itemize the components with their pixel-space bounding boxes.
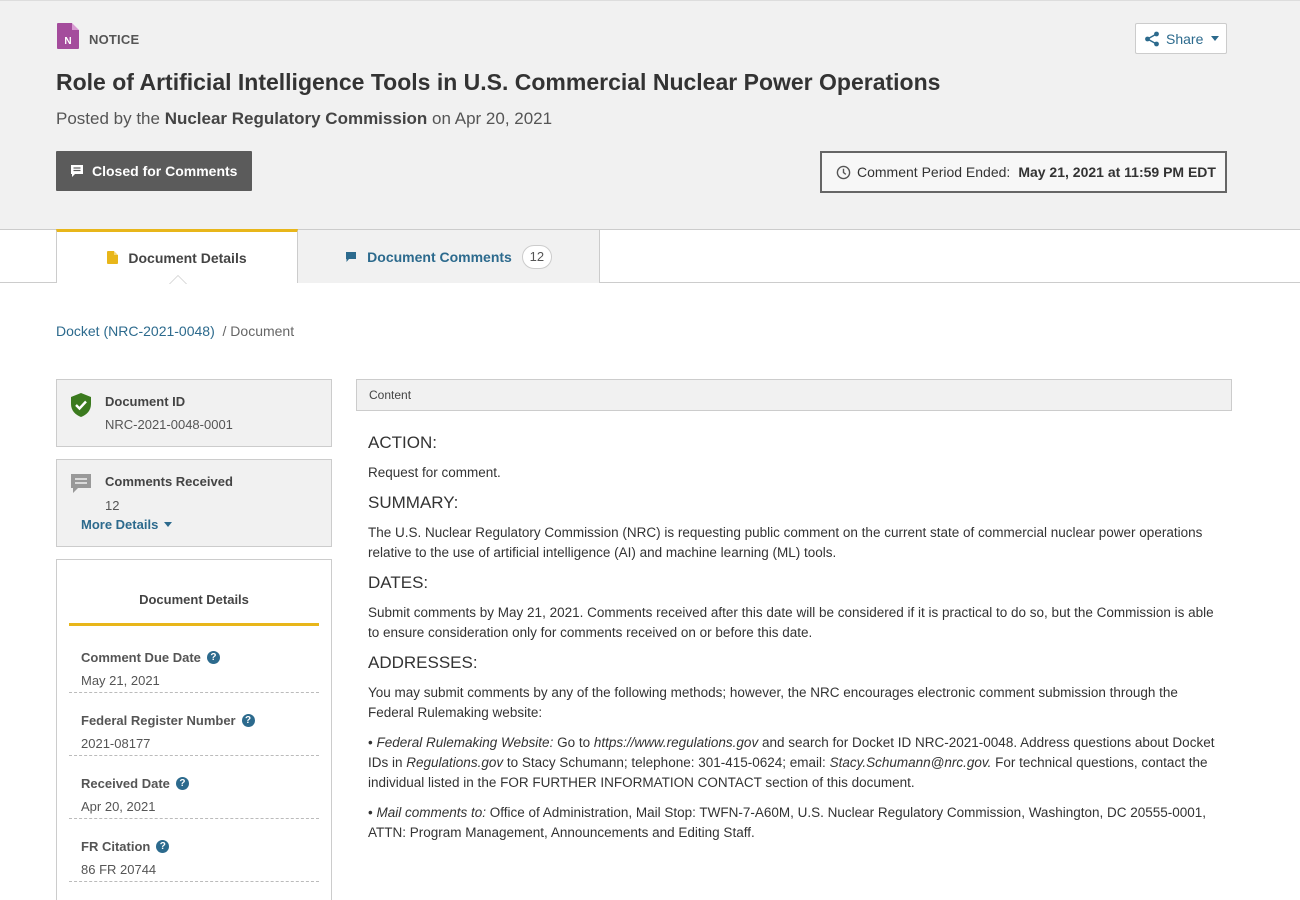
comment-icon <box>71 165 83 177</box>
addresses-text: You may submit comments by any of the fo… <box>368 685 1178 720</box>
document-icon <box>107 251 119 264</box>
action-text: Request for comment. <box>368 465 501 480</box>
comments-received-card: Comments Received 12 More Details <box>56 459 332 547</box>
share-button[interactable]: Share <box>1135 23 1227 54</box>
help-icon[interactable]: ? <box>156 840 170 853</box>
dates-text: Submit comments by May 21, 2021. Comment… <box>368 605 1214 640</box>
addresses-heading: ADDRESSES: <box>368 653 478 672</box>
address-bullet-mail: • Mail comments to: Office of Administra… <box>368 805 1207 840</box>
comments-count-badge: 12 <box>521 244 552 269</box>
document-details-heading: Document Details <box>139 592 249 607</box>
page-title: Role of Artificial Intelligence Tools in… <box>56 69 941 95</box>
document-tabs: Document Details Document Comments 12 <box>0 229 1300 284</box>
divider <box>69 623 319 626</box>
regulations-url: https://www.regulations.gov <box>593 735 759 750</box>
detail-row-fr-citation: FR Citation? 86 FR 20744 <box>69 819 319 882</box>
detail-row-received-date: Received Date? Apr 20, 2021 <box>69 756 319 819</box>
dates-heading: DATES: <box>368 573 429 592</box>
help-icon[interactable]: ? <box>175 777 189 790</box>
active-tab-indicator <box>169 275 187 284</box>
address-bullet-website: • Federal Rulemaking Website: Go to http… <box>368 735 1215 790</box>
breadcrumb-current: Document <box>230 323 295 339</box>
breadcrumb-docket-link[interactable]: Docket (NRC-2021-0048) <box>56 323 215 339</box>
clock-icon <box>836 165 851 179</box>
comment-period-label: Comment Period Ended: <box>857 164 1011 180</box>
closed-for-comments-label: Closed for Comments <box>92 163 238 179</box>
more-details-toggle[interactable]: More Details <box>81 517 173 532</box>
document-type-label: NOTICE <box>89 32 140 47</box>
action-heading: ACTION: <box>368 433 437 452</box>
posted-by-line: Posted by the Nuclear Regulatory Commiss… <box>56 109 553 128</box>
notice-document-icon: N <box>57 23 79 49</box>
comments-received-label: Comments Received <box>105 474 233 489</box>
detail-row-federal-register-number: Federal Register Number? 2021-08177 <box>69 693 319 756</box>
summary-text: The U.S. Nuclear Regulatory Commission (… <box>368 525 1203 560</box>
document-header: N NOTICE Share Role of Artificial Intell… <box>0 0 1300 229</box>
help-icon[interactable]: ? <box>206 651 220 664</box>
chevron-down-icon <box>1211 36 1220 41</box>
summary-heading: SUMMARY: <box>368 493 459 512</box>
verified-shield-icon <box>71 393 91 417</box>
help-icon[interactable]: ? <box>241 714 255 727</box>
tab-document-comments[interactable]: Document Comments 12 <box>298 229 600 283</box>
document-id-value: NRC-2021-0048-0001 <box>105 417 233 432</box>
breadcrumb: Docket (NRC-2021-0048) / Document <box>56 323 295 339</box>
tab-document-details[interactable]: Document Details <box>56 229 298 284</box>
comment-icon <box>346 251 357 262</box>
share-icon <box>1145 31 1159 46</box>
comment-period-status: Comment Period Ended: May 21, 2021 at 11… <box>820 151 1227 193</box>
agency-name: Nuclear Regulatory Commission <box>164 109 428 128</box>
document-id-card: Document ID NRC-2021-0048-0001 <box>56 379 332 447</box>
chevron-down-icon <box>164 522 173 527</box>
share-button-label: Share <box>1166 30 1204 47</box>
document-id-label: Document ID <box>105 394 186 409</box>
comment-period-value: May 21, 2021 at 11:59 PM EDT <box>1018 164 1216 180</box>
closed-for-comments-button[interactable]: Closed for Comments <box>56 151 252 191</box>
comments-received-value: 12 <box>105 498 120 513</box>
contact-email: Stacy.Schumann@nrc.gov. <box>829 755 992 770</box>
content-panel-header: Content <box>356 379 1232 411</box>
detail-row-comment-due-date: Comment Due Date? May 21, 2021 <box>69 630 319 693</box>
comments-icon <box>71 474 91 493</box>
document-details-panel: Document Details Comment Due Date? May 2… <box>56 559 332 900</box>
document-content: ACTION: Request for comment. SUMMARY: Th… <box>368 425 1220 853</box>
